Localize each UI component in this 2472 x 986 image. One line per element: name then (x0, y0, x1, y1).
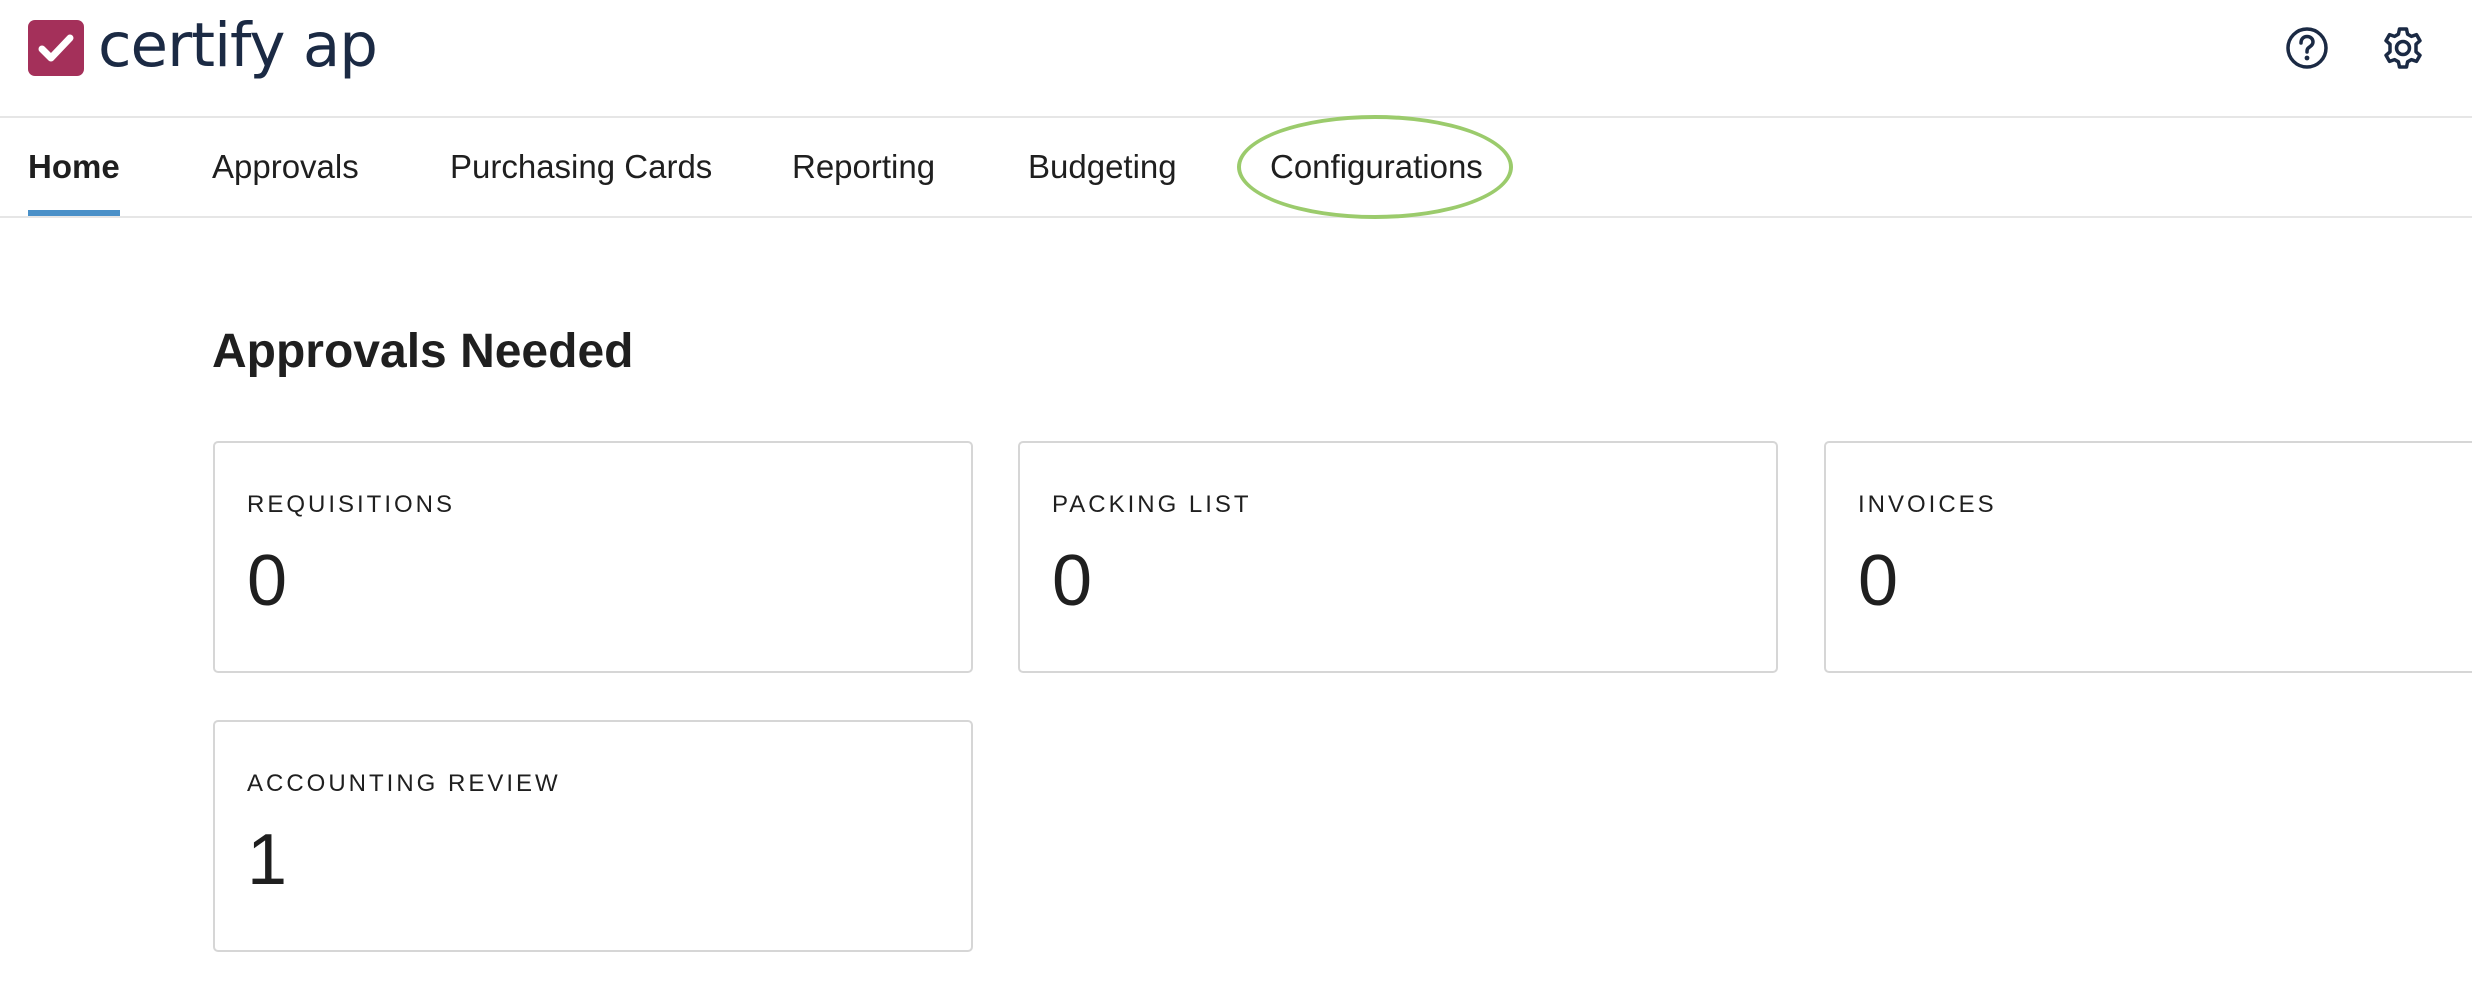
main-nav-tabs: Home Approvals Purchasing Cards Reportin… (0, 118, 2472, 218)
gear-icon[interactable] (2379, 24, 2427, 72)
tab-budgeting[interactable]: Budgeting (1028, 118, 1177, 216)
card-label: INVOICES (1858, 491, 1997, 518)
card-label: PACKING LIST (1052, 491, 1252, 518)
tab-purchasing-cards[interactable]: Purchasing Cards (450, 118, 712, 216)
card-count: 0 (1858, 541, 1899, 621)
card-count: 0 (247, 541, 288, 621)
page-title: Approvals Needed (212, 325, 634, 378)
certify-logo-icon[interactable] (28, 20, 84, 76)
tab-reporting[interactable]: Reporting (792, 118, 935, 216)
card-label: REQUISITIONS (247, 491, 456, 518)
app-logo-text[interactable]: certify ap (98, 6, 378, 86)
tab-home[interactable]: Home (28, 118, 120, 216)
help-icon[interactable] (2283, 24, 2331, 72)
approval-card-packing-list[interactable]: PACKING LIST 0 (1018, 441, 1778, 673)
card-count: 1 (247, 820, 288, 900)
card-count: 0 (1052, 541, 1093, 621)
approval-card-requisitions[interactable]: REQUISITIONS 0 (213, 441, 973, 673)
approval-card-invoices[interactable]: INVOICES 0 (1824, 441, 2472, 673)
tab-approvals[interactable]: Approvals (212, 118, 359, 216)
top-header: certify ap (0, 0, 2472, 118)
card-label: ACCOUNTING REVIEW (247, 770, 561, 797)
approval-card-accounting-review[interactable]: ACCOUNTING REVIEW 1 (213, 720, 973, 952)
tab-configurations[interactable]: Configurations (1270, 118, 1483, 216)
